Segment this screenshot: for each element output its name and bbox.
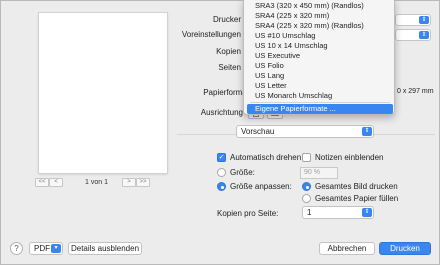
paper-size-label: Papierformat <box>203 88 249 97</box>
printer-popup[interactable]: ⇕ <box>395 14 431 26</box>
print-dialog: << < 1 von 1 > >> Drucker Voreinstellung… <box>0 0 440 265</box>
up-down-chevron-icon: ⇕ <box>419 16 429 24</box>
scale-to-fit-label: Größe anpassen: <box>230 182 292 191</box>
show-notes-label: Notizen einblenden <box>315 153 384 162</box>
menu-item-sra4[interactable]: SRA4 (225 x 320 mm) <box>244 11 394 21</box>
page-indicator: 1 von 1 <box>85 179 108 186</box>
scale-label: Größe: <box>230 168 255 177</box>
menu-item-sra4-borderless[interactable]: SRA4 (225 x 320 mm) (Randlos) <box>244 21 394 31</box>
copies-per-page-label: Kopien pro Seite: <box>217 209 279 218</box>
last-page-button[interactable]: >> <box>136 178 150 187</box>
menu-item-us-10-envelope[interactable]: US #10 Umschlag <box>244 31 394 41</box>
up-down-chevron-icon: ⇕ <box>362 208 372 217</box>
presets-popup[interactable]: ⇕ <box>395 29 431 41</box>
help-button[interactable]: ? <box>10 242 23 255</box>
first-page-button[interactable]: << <box>35 178 49 187</box>
menu-separator <box>250 102 390 103</box>
paper-size-menu: SRA3 (320 x 450 mm) (Randlos) SRA4 (225 … <box>243 0 395 115</box>
cancel-button[interactable]: Abbrechen <box>319 242 375 255</box>
orientation-label: Ausrichtung <box>200 108 243 117</box>
scale-radio[interactable] <box>217 168 226 177</box>
fit-entire-image-radio[interactable] <box>302 182 311 191</box>
app-options-label: Vorschau <box>241 127 275 136</box>
next-page-button[interactable]: > <box>122 178 136 187</box>
print-button[interactable]: Drucken <box>379 242 431 255</box>
auto-rotate-checkbox[interactable]: ✓ <box>217 153 226 162</box>
auto-rotate-label: Automatisch drehen <box>230 153 302 162</box>
scale-field[interactable]: 90 % <box>300 167 338 179</box>
printer-label: Drucker <box>212 15 241 24</box>
pager-back-group: << < <box>35 178 63 188</box>
up-down-chevron-icon: ⇕ <box>362 127 372 136</box>
pages-label: Seiten <box>218 63 241 72</box>
print-preview-page <box>39 13 167 173</box>
scale-to-fit-radio[interactable] <box>217 182 226 191</box>
menu-item-us-monarch-envelope[interactable]: US Monarch Umschlag <box>244 91 394 101</box>
pdf-menu-button[interactable]: PDF ▾ <box>29 242 63 255</box>
hide-details-button[interactable]: Details ausblenden <box>68 242 142 255</box>
menu-item-custom-paper-sizes[interactable]: Eigene Papierformate ... <box>247 104 393 114</box>
copies-per-page-popup[interactable]: 1 ⇕ <box>302 206 374 219</box>
menu-item-us-executive[interactable]: US Executive <box>244 51 394 61</box>
menu-item-us-10x14-envelope[interactable]: US 10 x 14 Umschlag <box>244 41 394 51</box>
up-down-chevron-icon: ⇕ <box>419 31 429 39</box>
checkmark-icon: ✓ <box>218 154 225 161</box>
app-options-popup[interactable]: Vorschau ⇕ <box>236 125 374 138</box>
pager-forward-group: > >> <box>122 178 150 188</box>
fill-entire-paper-radio[interactable] <box>302 194 311 203</box>
copies-per-page-value: 1 <box>307 208 312 217</box>
pdf-label: PDF <box>34 244 50 253</box>
show-notes-checkbox[interactable] <box>302 153 311 162</box>
menu-item-sra3-borderless[interactable]: SRA3 (320 x 450 mm) (Randlos) <box>244 1 394 11</box>
fill-entire-paper-label: Gesamtes Papier füllen <box>315 194 399 203</box>
presets-label: Voreinstellungen <box>181 30 241 39</box>
menu-item-us-letter[interactable]: US Letter <box>244 81 394 91</box>
menu-item-us-legal[interactable]: US Lang <box>244 71 394 81</box>
fit-entire-image-label: Gesamtes Bild drucken <box>315 182 398 191</box>
menu-item-us-folio[interactable]: US Folio <box>244 61 394 71</box>
paper-size-value[interactable]: 0 x 297 mm <box>397 88 434 95</box>
chevron-down-icon: ▾ <box>51 244 61 253</box>
copies-label: Kopien <box>216 47 241 56</box>
previous-page-button[interactable]: < <box>49 178 63 187</box>
